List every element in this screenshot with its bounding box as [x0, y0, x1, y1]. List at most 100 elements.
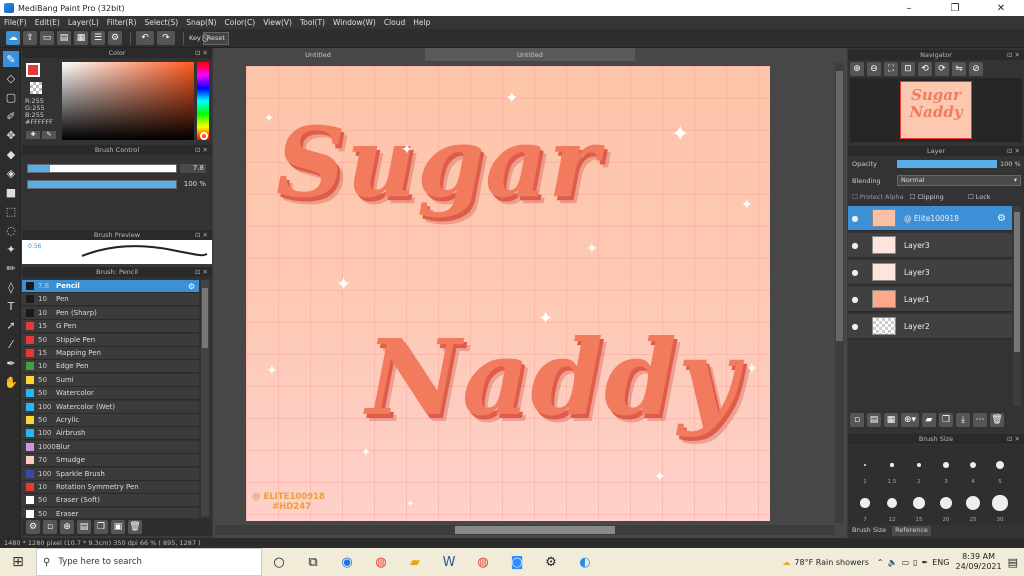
delete-layer-icon[interactable]: 🗑 — [990, 413, 1004, 427]
move-tool-icon[interactable]: ✥ — [3, 127, 19, 143]
visibility-icon[interactable]: ● — [848, 214, 862, 223]
brush-item[interactable]: 10 Pen — [22, 293, 199, 307]
panel-controls-icon[interactable]: ⊡ ✕ — [1007, 434, 1020, 444]
undo-icon[interactable]: ↶ — [136, 31, 154, 45]
hand-tool-icon[interactable]: ✋ — [3, 374, 19, 390]
menu-tool[interactable]: Tool(T) — [300, 18, 325, 27]
delete-brush-icon[interactable]: 🗑 — [128, 520, 142, 534]
close-button[interactable]: ✕ — [978, 3, 1024, 14]
tab-reference[interactable]: Reference — [892, 526, 931, 536]
brush-item[interactable]: 50 Watercolor — [22, 387, 199, 401]
new-layer-icon[interactable]: ▫ — [850, 413, 864, 427]
lasso-tool-icon[interactable]: ◌ — [3, 222, 19, 238]
weather-text[interactable]: 78°F Rain showers — [794, 558, 869, 567]
comment-icon[interactable]: ▭ — [40, 31, 54, 45]
share-icon[interactable]: ⇪ — [23, 31, 37, 45]
file-explorer-icon[interactable]: ▰ — [398, 555, 432, 570]
menu-snap[interactable]: Snap(N) — [186, 18, 216, 27]
brush-item[interactable]: 70 Smudge — [22, 454, 199, 468]
lock-checkbox[interactable]: ☐ Lock — [968, 193, 991, 201]
brush-size-preset[interactable]: 20 — [933, 489, 959, 523]
menu-filter[interactable]: Filter(R) — [107, 18, 137, 27]
minimize-button[interactable]: – — [886, 3, 932, 14]
visibility-icon[interactable]: ● — [848, 295, 862, 304]
brush-tool-icon[interactable]: ✎ — [3, 51, 19, 67]
cortana-icon[interactable]: ○ — [262, 555, 296, 570]
panel-controls-icon[interactable]: ⊡ ✕ — [1007, 50, 1020, 60]
language-indicator[interactable]: ENG — [932, 558, 949, 567]
primary-color-swatch[interactable] — [26, 63, 40, 77]
layer-settings-icon[interactable]: ⋯ — [973, 413, 987, 427]
menu-select[interactable]: Select(S) — [144, 18, 178, 27]
brush-item[interactable]: 1000 Blur — [22, 440, 199, 454]
redo-icon[interactable]: ↷ — [157, 31, 175, 45]
settings-gear-icon[interactable]: ⚙ — [534, 555, 568, 570]
folder-icon[interactable]: ▰ — [922, 413, 936, 427]
brush-list-scroll-thumb[interactable] — [202, 288, 208, 348]
chrome-profile-icon[interactable]: ◍ — [466, 555, 500, 570]
layer-scroll-thumb[interactable] — [1014, 212, 1020, 352]
merge-layer-icon[interactable]: ⤓ — [956, 413, 970, 427]
visibility-icon[interactable]: ● — [848, 322, 862, 331]
layer-opacity-slider[interactable] — [897, 160, 997, 168]
brush-size-preset[interactable]: 7 — [852, 489, 878, 523]
panel-controls-icon[interactable]: ⊡ ✕ — [195, 267, 208, 277]
artboard[interactable]: Sugar Naddy ✦ ✦ ✦ ✦ ✦ ✦ ✦ ✦ ✦ ✦ ✦ ✦ ✦ @ … — [246, 66, 770, 521]
tab-untitled-2[interactable]: Untitled — [425, 48, 635, 61]
actual-size-icon[interactable]: ⊡ — [901, 62, 915, 76]
brush-item[interactable]: 10 Rotation Symmetry Pen — [22, 481, 199, 494]
start-icon[interactable]: ⊞ — [0, 554, 36, 570]
new-halftone-layer-icon[interactable]: ▤ — [867, 413, 881, 427]
chevron-up-icon[interactable]: ⌃ — [877, 558, 884, 567]
brush-item[interactable]: 100 Watercolor (Wet) — [22, 400, 199, 414]
hue-handle[interactable] — [200, 132, 208, 140]
new-8bit-layer-icon[interactable]: ▦ — [884, 413, 898, 427]
gear-icon[interactable]: ⚙ — [997, 213, 1006, 224]
brush-item[interactable]: 100 Sparkle Brush — [22, 467, 199, 481]
settings-panel-icon[interactable]: ⚙ — [108, 31, 122, 45]
menu-view[interactable]: View(V) — [263, 18, 292, 27]
menu-edit[interactable]: Edit(E) — [35, 18, 60, 27]
text-tool-icon[interactable]: T — [3, 298, 19, 314]
brush-size-preset[interactable]: 30 — [987, 489, 1013, 523]
brush-size-preset[interactable]: 1.5 — [879, 451, 905, 485]
brush-item[interactable]: 15 G Pen — [22, 320, 199, 334]
layer-row[interactable]: ● Layer2 — [848, 314, 1012, 339]
select-tool-icon[interactable]: ⬚ — [3, 203, 19, 219]
panel-controls-icon[interactable]: ⊡ ✕ — [195, 230, 208, 240]
brush-size-value[interactable]: 7.8 — [180, 164, 206, 173]
bucket-tool-icon[interactable]: ◈ — [3, 165, 19, 181]
panel-controls-icon[interactable]: ⊡ ✕ — [195, 145, 208, 155]
zoom-in-icon[interactable]: ⊕ — [850, 62, 864, 76]
zoom-out-icon[interactable]: ⊖ — [867, 62, 881, 76]
panel-controls-icon[interactable]: ⊡ ✕ — [195, 48, 208, 58]
chrome-icon[interactable]: ◍ — [364, 555, 398, 570]
tab-brush-size[interactable]: Brush Size — [852, 526, 886, 536]
fit-view-icon[interactable]: ⛶ — [884, 62, 898, 76]
layer-row[interactable]: ● Layer1 — [848, 287, 1012, 312]
brush-size-preset[interactable]: 5 — [987, 451, 1013, 485]
menu-help[interactable]: Help — [413, 18, 430, 27]
brush-item[interactable]: 50 Acrylic — [22, 414, 199, 427]
layer-list-scrollbar[interactable] — [1013, 206, 1021, 406]
operation-tool-icon[interactable]: ➚ — [3, 317, 19, 333]
duplicate-layer-icon[interactable]: ❐ — [939, 413, 953, 427]
brush-item[interactable]: 10 Edge Pen — [22, 360, 199, 374]
brush-property-icon[interactable]: ▤ — [77, 520, 91, 534]
word-icon[interactable]: W — [432, 555, 466, 570]
duplicate-brush-icon[interactable]: ▣ — [111, 520, 125, 534]
secondary-color-swatch[interactable] — [30, 82, 42, 94]
visibility-icon[interactable]: ● — [848, 241, 862, 250]
rotate-left-icon[interactable]: ⟲ — [918, 62, 932, 76]
rotate-right-icon[interactable]: ⟳ — [935, 62, 949, 76]
flip-icon[interactable]: ⇋ — [952, 62, 966, 76]
brush-size-preset[interactable]: 12 — [879, 489, 905, 523]
color-picker-icon[interactable]: ✎ — [42, 131, 56, 139]
brush-opacity-slider[interactable] — [27, 180, 177, 189]
menu-cloud[interactable]: Cloud — [384, 18, 405, 27]
brush-item[interactable]: 50 Sumi — [22, 373, 199, 387]
cloud-icon[interactable]: ☁ — [6, 31, 20, 45]
brush-list-scrollbar[interactable] — [201, 280, 209, 516]
canvas-vertical-scrollbar[interactable] — [835, 63, 844, 523]
brush-item[interactable]: 15 Mapping Pen — [22, 347, 199, 360]
